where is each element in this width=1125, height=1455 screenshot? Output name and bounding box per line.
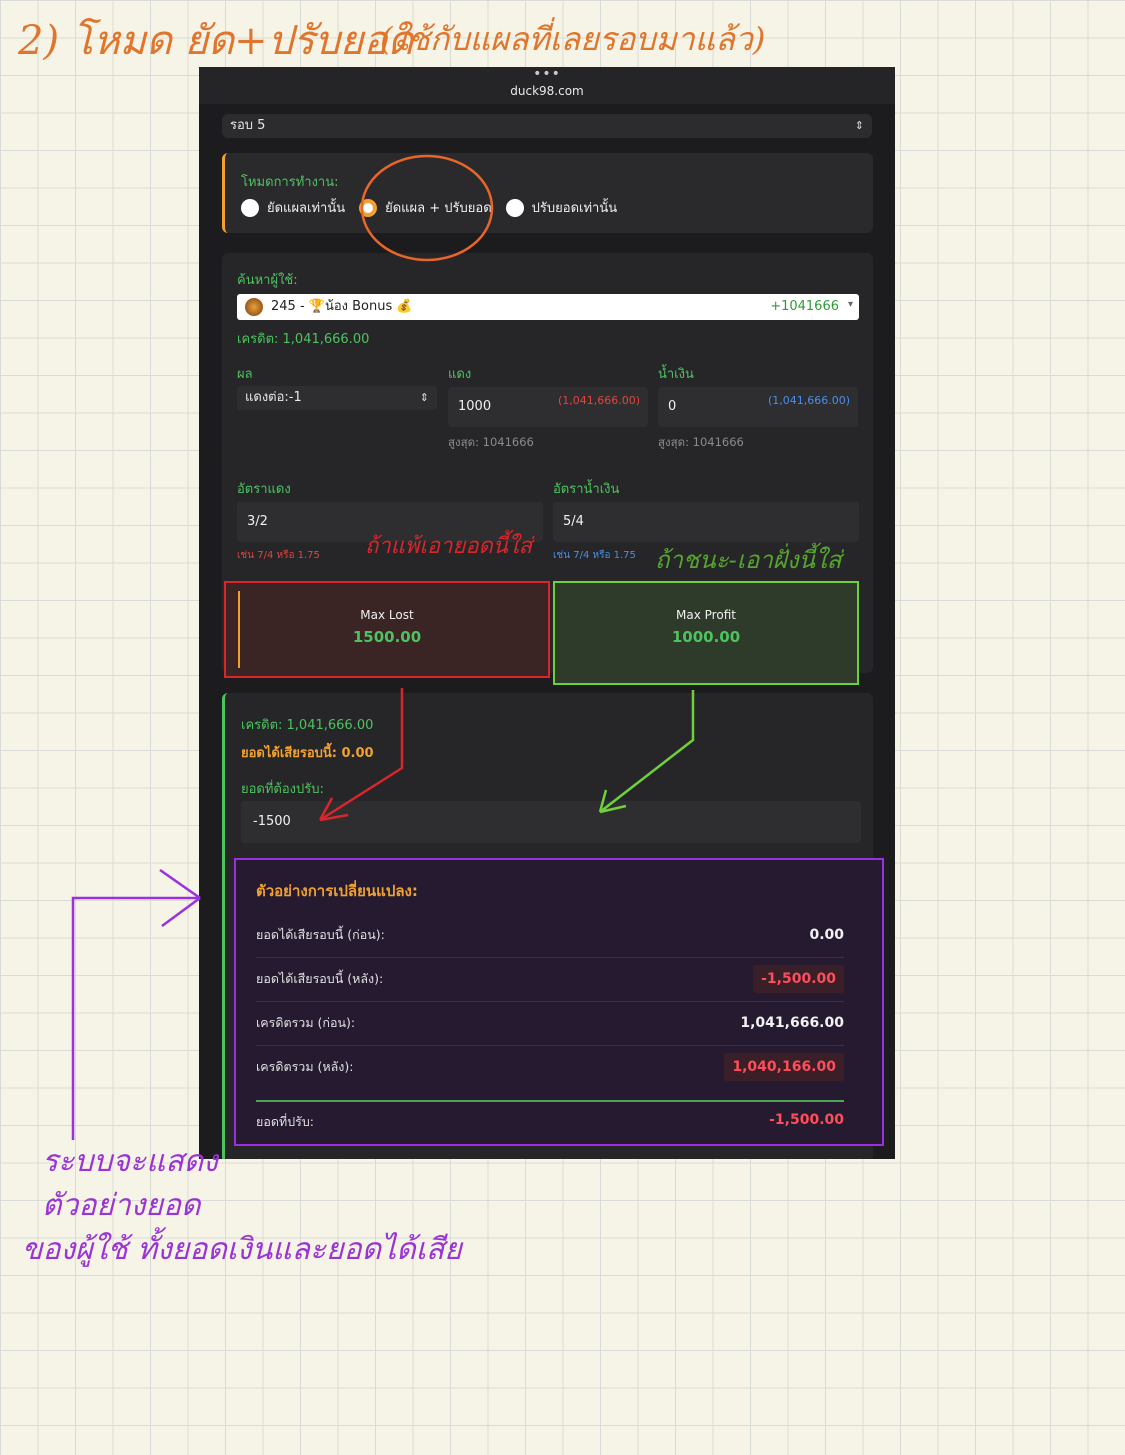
- note-line: ระบบจะแสดง: [42, 1144, 218, 1179]
- red-handwritten-note: ถ้าแพ้เอายอดนี้ใส่: [365, 534, 533, 559]
- preview-row: ยอดได้เสียรอบนี้ (หลัง): -1,500.00: [256, 957, 844, 1002]
- radio-icon[interactable]: [505, 198, 524, 217]
- user-credit: เครดิต: 1,041,666.00: [237, 332, 370, 347]
- preview-divider: [256, 1100, 844, 1102]
- blue-rate-value: 5/4: [563, 514, 584, 529]
- preview-title: ตัวอย่างการเปลี่ยนแปลง:: [256, 882, 418, 900]
- preview-final-value: -1,500.00: [769, 1112, 844, 1128]
- blue-amount-input[interactable]: 0 (1,041,666.00): [658, 387, 858, 427]
- adjust-credit: เครดิต: 1,041,666.00: [241, 718, 374, 733]
- green-handwritten-note: ถ้าชนะ-เอาฝั่งนี้ใส่: [655, 546, 842, 574]
- browser-bar: ••• duck98.com: [199, 67, 895, 104]
- mode-option-label: ปรับยอดเท่านั้น: [531, 201, 618, 216]
- preview-final-row: ยอดที่ปรับ: -1,500.00: [256, 1112, 844, 1132]
- mode-option-label: ยัดแผลเท่านั้น: [267, 201, 346, 216]
- mode-option-fill-only[interactable]: ยัดแผลเท่านั้น: [241, 197, 345, 218]
- url-text[interactable]: duck98.com: [199, 83, 895, 99]
- preview-row-label: เครดิตรวม (หลัง):: [256, 1059, 354, 1074]
- max-lost-label: Max Lost: [360, 608, 414, 622]
- handwritten-subtitle: (ใช้กับแผลที่เลยรอบมาแล้ว): [380, 20, 766, 58]
- mode-option-label: ยัดแผล + ปรับยอด: [385, 201, 492, 216]
- note-line: ตัวอย่างยอด: [42, 1188, 201, 1223]
- max-profit-label: Max Profit: [676, 608, 736, 622]
- red-rate-value: 3/2: [247, 514, 268, 529]
- caret-down-icon: ▾: [847, 299, 853, 310]
- blue-max-hint: สูงสุด: 1041666: [658, 435, 744, 449]
- radio-icon[interactable]: [241, 198, 259, 217]
- blue-label: น้ำเงิน: [658, 367, 694, 382]
- purple-handwritten-note: ระบบจะแสดง ตัวอย่างยอด ของผู้ใช้ ทั้งยอด…: [22, 1140, 462, 1272]
- more-dots-icon[interactable]: •••: [199, 67, 895, 83]
- preview-row: เครดิตรวม (ก่อน): 1,041,666.00: [256, 1001, 844, 1046]
- preview-row-label: เครดิตรวม (ก่อน):: [256, 1015, 356, 1030]
- red-amount-value: 1000: [458, 399, 492, 414]
- note-line: ของผู้ใช้ ทั้งยอดเงินและยอดได้เสีย: [22, 1232, 462, 1267]
- red-rate-hint: เช่น 7/4 หรือ 1.75: [237, 550, 320, 561]
- preview-row-value: 1,041,666.00: [740, 1015, 844, 1031]
- round-select-value: รอบ 5: [230, 118, 266, 133]
- red-balance: (1,041,666.00): [557, 394, 640, 407]
- preview-row: ยอดได้เสียรอบนี้ (ก่อน): 0.00: [256, 913, 844, 958]
- max-profit-value: 1000.00: [671, 628, 741, 646]
- preview-row-label: ยอดได้เสียรอบนี้ (หลัง):: [256, 971, 384, 986]
- user-select-amount: +1041666: [770, 299, 839, 314]
- mode-card: โหมดการทำงาน: ยัดแผลเท่านั้น ยัดแผล + ปร…: [222, 153, 873, 233]
- preview-row: เครดิตรวม (หลัง): 1,040,166.00: [256, 1045, 844, 1089]
- radio-selected-icon[interactable]: [359, 198, 378, 217]
- adjust-input[interactable]: -1500: [241, 801, 861, 843]
- handwritten-title: 2) โหมด ยัด+ปรับยอด: [18, 18, 414, 64]
- blue-rate-input[interactable]: 5/4: [553, 502, 859, 542]
- round-pl: ยอดได้เสียรอบนี้: 0.00: [241, 746, 374, 761]
- red-max-hint: สูงสุด: 1041666: [448, 435, 534, 449]
- chevron-updown-icon: ⇕: [419, 391, 429, 404]
- preview-row-value: 1,040,166.00: [724, 1053, 844, 1081]
- red-label: แดง: [448, 367, 472, 382]
- blue-rate-label: อัตราน้ำเงิน: [553, 482, 620, 497]
- round-select[interactable]: รอบ 5 ⇕: [222, 114, 872, 138]
- red-amount-input[interactable]: 1000 (1,041,666.00): [448, 387, 648, 427]
- result-select[interactable]: แดงต่อ:-1 ⇕: [237, 386, 437, 410]
- avatar: [245, 298, 263, 316]
- purple-arrow-annotation: [71, 868, 201, 1140]
- user-select-text: 245 - 🏆น้อง Bonus 💰: [271, 299, 413, 314]
- preview-row-value: -1,500.00: [753, 965, 844, 993]
- adjust-label: ยอดที่ต้องปรับ:: [241, 782, 324, 797]
- max-lost-box: Max Lost 1500.00: [224, 581, 550, 678]
- preview-row-value: 0.00: [809, 927, 844, 943]
- blue-rate-hint: เช่น 7/4 หรือ 1.75: [553, 550, 636, 561]
- red-rate-label: อัตราแดง: [237, 482, 291, 497]
- max-lost-value: 1500.00: [352, 628, 422, 646]
- user-select[interactable]: 245 - 🏆น้อง Bonus 💰 +1041666 ▾: [237, 294, 859, 320]
- preview-final-label: ยอดที่ปรับ:: [256, 1114, 314, 1129]
- chevron-updown-icon: ⇕: [854, 119, 864, 132]
- max-profit-box: Max Profit 1000.00: [553, 581, 859, 685]
- mode-option-adjust-only[interactable]: ปรับยอดเท่านั้น: [505, 197, 618, 218]
- adjust-value: -1500: [253, 814, 291, 829]
- result-select-value: แดงต่อ:-1: [245, 390, 302, 405]
- mode-radio-group: ยัดแผลเท่านั้น ยัดแผล + ปรับยอด ปรับยอดเ…: [241, 197, 617, 218]
- blue-balance: (1,041,666.00): [767, 394, 850, 407]
- preview-row-label: ยอดได้เสียรอบนี้ (ก่อน):: [256, 927, 385, 942]
- mode-label: โหมดการทำงาน:: [241, 175, 339, 190]
- user-search-label: ค้นหาผู้ใช้:: [237, 273, 298, 288]
- preview-panel: ตัวอย่างการเปลี่ยนแปลง: ยอดได้เสียรอบนี้…: [234, 858, 884, 1146]
- blue-amount-value: 0: [668, 399, 677, 414]
- mode-option-fill-adjust[interactable]: ยัดแผล + ปรับยอด: [359, 197, 492, 218]
- result-label: ผล: [237, 367, 253, 382]
